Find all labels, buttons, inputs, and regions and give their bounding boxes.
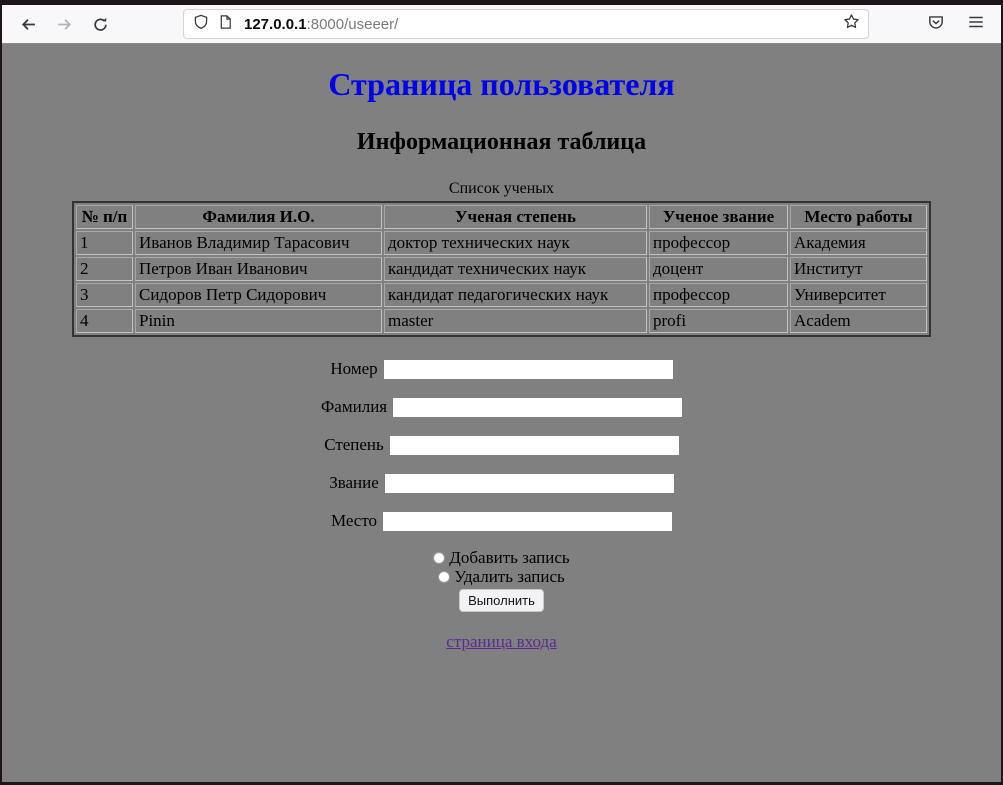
login-page-link[interactable]: страница входа <box>446 632 556 651</box>
table-cell: Иванов Владимир Тарасович <box>135 231 382 255</box>
table-cell: 2 <box>76 257 133 281</box>
field-input-1[interactable] <box>393 398 682 417</box>
operation-radio-group: Добавить записьУдалить запись <box>2 548 1001 586</box>
table-header-row: № п/пФамилия И.О.Ученая степеньУченое зв… <box>76 205 927 229</box>
table-cell: Институт <box>790 257 927 281</box>
form-row: Звание <box>2 472 1001 492</box>
table-row: 4PininmasterprofiAcadem <box>76 309 927 333</box>
page-info-icon[interactable] <box>218 14 233 35</box>
url-bar[interactable]: 127.0.0.1:8000/useeer/ <box>183 9 869 39</box>
hamburger-menu-icon <box>967 13 985 36</box>
table-cell: 1 <box>76 231 133 255</box>
identity-box <box>193 14 233 35</box>
table-cell: Pinin <box>135 309 382 333</box>
url-path: :8000/useeer/ <box>307 16 399 33</box>
forward-button[interactable] <box>50 10 78 38</box>
radio-label: Удалить запись <box>454 567 565 586</box>
table-cell: доцент <box>649 257 788 281</box>
table-cell: профессор <box>649 283 788 307</box>
radio-label: Добавить запись <box>449 548 569 567</box>
url-text: 127.0.0.1:8000/useeer/ <box>244 16 398 33</box>
field-label: Степень <box>324 435 384 454</box>
nav-button-group <box>2 10 114 38</box>
radio-row: Удалить запись <box>2 567 1001 586</box>
field-label: Фамилия <box>321 397 387 416</box>
record-form: Номер Фамилия Степень Звание Место Добавить … <box>2 358 1001 652</box>
field-label: Место <box>331 511 377 530</box>
table-cell: Университет <box>790 283 927 307</box>
table-cell: Сидоров Петр Сидорович <box>135 283 382 307</box>
table-header-cell: Ученое звание <box>649 205 788 229</box>
scientists-table: Список ученых № п/пФамилия И.О.Ученая ст… <box>72 180 931 337</box>
table-cell: Петров Иван Иванович <box>135 257 382 281</box>
radio-option-0[interactable] <box>433 552 445 564</box>
page-subtitle: Информационная таблица <box>2 103 1001 156</box>
table-caption: Список ученых <box>72 180 931 201</box>
table-row: 3Сидоров Петр Сидоровичкандидат педагоги… <box>76 283 927 307</box>
forward-arrow-icon <box>56 16 73 33</box>
radio-row: Добавить запись <box>2 548 1001 567</box>
field-input-2[interactable] <box>390 436 679 455</box>
table-header-cell: № п/п <box>76 205 133 229</box>
reload-button[interactable] <box>86 10 114 38</box>
field-input-4[interactable] <box>383 512 672 531</box>
table-cell: доктор технических наук <box>384 231 647 255</box>
link-row: страница входа <box>2 632 1001 652</box>
form-row: Место <box>2 510 1001 530</box>
form-row: Степень <box>2 434 1001 454</box>
url-host: 127.0.0.1 <box>244 16 307 33</box>
field-input-0[interactable] <box>384 360 673 379</box>
browser-toolbar: 127.0.0.1:8000/useeer/ <box>2 5 1001 44</box>
back-arrow-icon <box>20 16 37 33</box>
pocket-button[interactable] <box>923 11 949 37</box>
table-row: 1Иванов Владимир Тарасовичдоктор техниче… <box>76 231 927 255</box>
table-cell: 4 <box>76 309 133 333</box>
back-button[interactable] <box>14 10 42 38</box>
bookmark-star-button[interactable] <box>838 11 864 37</box>
pocket-icon <box>927 13 945 36</box>
execute-button[interactable]: Выполнить <box>459 589 544 612</box>
page-viewport: Страница пользователя Информационная таб… <box>2 44 1001 782</box>
table-cell: Академия <box>790 231 927 255</box>
table-header-cell: Ученая степень <box>384 205 647 229</box>
page-title: Страница пользователя <box>2 44 1001 103</box>
shield-icon[interactable] <box>193 14 209 35</box>
table-cell: Academ <box>790 309 927 333</box>
form-row: Номер <box>2 358 1001 378</box>
form-fields: Номер Фамилия Степень Звание Место <box>2 358 1001 530</box>
table-cell: кандидат педагогических наук <box>384 283 647 307</box>
table-header-cell: Фамилия И.О. <box>135 205 382 229</box>
table-cell: профессор <box>649 231 788 255</box>
field-label: Звание <box>329 473 379 492</box>
table-cell: 3 <box>76 283 133 307</box>
button-row: Выполнить <box>2 589 1001 612</box>
table-cell: profi <box>649 309 788 333</box>
table-cell: master <box>384 309 647 333</box>
menu-button[interactable] <box>963 11 989 37</box>
reload-icon <box>92 16 109 33</box>
table-cell: кандидат технических наук <box>384 257 647 281</box>
star-icon <box>843 13 860 35</box>
radio-option-1[interactable] <box>438 571 450 583</box>
toolbar-right-icons <box>923 11 1001 37</box>
table-header-cell: Место работы <box>790 205 927 229</box>
field-label: Номер <box>330 359 377 378</box>
form-row: Фамилия <box>2 396 1001 416</box>
table-row: 2Петров Иван Ивановичкандидат технически… <box>76 257 927 281</box>
browser-window: 127.0.0.1:8000/useeer/ Страница пользова… <box>0 0 1003 785</box>
field-input-3[interactable] <box>385 474 674 493</box>
